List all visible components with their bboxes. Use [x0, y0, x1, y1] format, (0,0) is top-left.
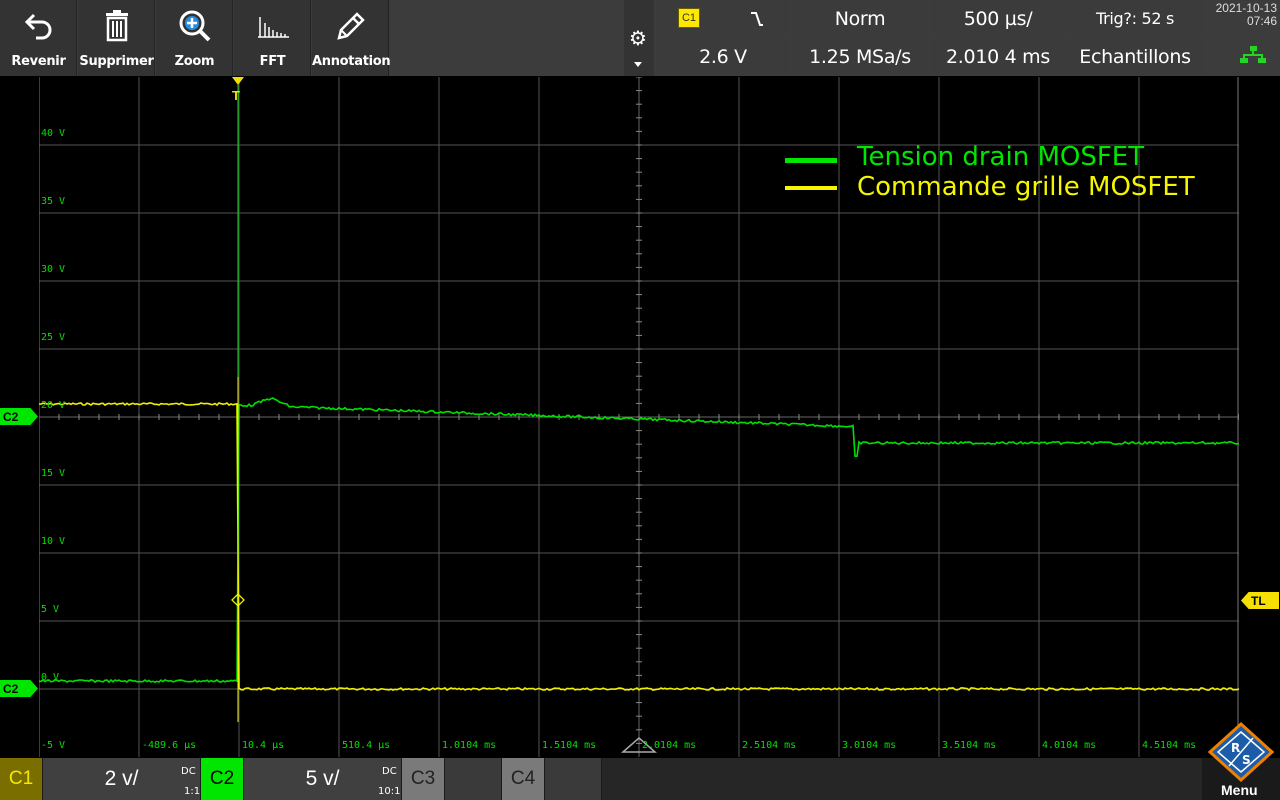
c2-offset-marker[interactable]: C2: [0, 408, 38, 425]
x-label-6: 2.5104 ms: [742, 740, 797, 751]
fft-button[interactable]: FFT: [234, 0, 311, 76]
channel-bar-empty: [602, 758, 1202, 800]
x-label-8: 3.5104 ms: [942, 740, 997, 751]
channel-bar: C1 2 v/ DC 1:1 C2 5 v/ DC 10:1 C3 C4: [0, 758, 1280, 800]
x-label-5: 2.0104 ms: [642, 740, 697, 751]
channel-c1-coupling: DC: [181, 766, 196, 777]
channel-c4-placeholder[interactable]: [545, 758, 601, 800]
supprimer-label: Supprimer: [79, 54, 154, 69]
legend-label-drain: Tension drain MOSFET: [857, 142, 1145, 172]
channel-c2-ratio: 10:1: [378, 786, 401, 797]
annotation-button[interactable]: Annotation: [312, 0, 391, 76]
y-label-5: 5 V: [41, 604, 60, 615]
channel-c2-tab[interactable]: C2: [201, 758, 243, 800]
channel-c2-scale-text: 5 v/: [305, 767, 340, 790]
acquisition-mode[interactable]: Echantillons: [1068, 38, 1202, 75]
gear-icon: ⚙: [629, 28, 647, 50]
annotation-label: Annotation: [312, 54, 391, 69]
time-text: 07:46: [1246, 14, 1277, 28]
y-label-35: 35 V: [41, 196, 66, 207]
trash-icon: [78, 6, 155, 46]
y-label-10: 10 V: [41, 536, 66, 547]
channel-c1-scale[interactable]: 2 v/: [43, 758, 200, 800]
datetime: 2021-10-13 07:46: [1205, 2, 1277, 28]
y-label-minus5: -5 V: [41, 740, 66, 751]
timebase[interactable]: 500 µs/: [930, 0, 1066, 37]
revenir-label: Revenir: [11, 54, 66, 69]
fft-icon: [234, 6, 311, 46]
revenir-button[interactable]: Revenir: [0, 0, 77, 76]
network-icon: [1240, 46, 1266, 69]
trigger-slope-icon: [724, 0, 790, 37]
toolbar: Revenir Supprimer Zoom FFT Annotation ⚙ …: [0, 0, 1280, 76]
fft-label: FFT: [259, 54, 286, 69]
channel-c4-tab[interactable]: C4: [502, 758, 544, 800]
trigger-level-marker[interactable]: TL: [1241, 592, 1279, 609]
trigger-source-badge: C1: [678, 8, 700, 28]
sample-rate: 1.25 MSa/s: [792, 38, 928, 75]
channel-c2-coupling: DC: [382, 766, 397, 777]
legend-label-gate: Commande grille MOSFET: [857, 172, 1195, 202]
legend-swatch-drain: [785, 158, 837, 163]
zoom-button[interactable]: Zoom: [156, 0, 233, 76]
settings-button[interactable]: ⚙: [624, 0, 654, 76]
svg-text:S: S: [1242, 753, 1251, 767]
x-label-2: 510.4 µs: [342, 740, 391, 751]
x-label-3: 1.0104 ms: [442, 740, 497, 751]
y-label-15: 15 V: [41, 468, 66, 479]
svg-text:R: R: [1231, 741, 1240, 755]
y-label-30: 30 V: [41, 264, 66, 275]
rs-logo-icon: R S: [1207, 721, 1275, 783]
legend-swatch-gate: [785, 186, 837, 190]
zoom-in-icon: [156, 6, 233, 46]
y-label-20: 20 V: [41, 400, 66, 411]
dropdown-arrow-icon: [634, 62, 642, 67]
trigger-position-icon: [232, 77, 244, 85]
trigger-level[interactable]: 2.6 V: [656, 38, 790, 75]
x-label-0: -489.6 µs: [142, 740, 197, 751]
x-label-10: 4.5104 ms: [1142, 740, 1197, 751]
y-label-25: 25 V: [41, 332, 66, 343]
trigger-mode[interactable]: Norm: [792, 0, 928, 37]
acquisition-time: 2.010 4 ms: [930, 38, 1066, 75]
channel-c3-placeholder[interactable]: [445, 758, 501, 800]
trigger-marker: T: [232, 88, 240, 103]
trigger-status: Trig?: 52 s: [1068, 0, 1202, 37]
menu-label: Menu: [1221, 782, 1258, 798]
x-label-9: 4.0104 ms: [1042, 740, 1097, 751]
supprimer-button[interactable]: Supprimer: [78, 0, 155, 76]
channel-c1-scale-text: 2 v/: [104, 767, 139, 790]
channel-c3-tab[interactable]: C3: [402, 758, 444, 800]
y-label-40: 40 V: [41, 128, 66, 139]
channel-c1-ratio: 1:1: [184, 786, 201, 797]
c2-ground-marker[interactable]: C2: [0, 680, 38, 697]
undo-icon: [0, 6, 77, 46]
x-label-7: 3.0104 ms: [842, 740, 897, 751]
x-label-1: 10.4 µs: [242, 740, 285, 751]
channel-c1-tab[interactable]: C1: [0, 758, 42, 800]
pencil-icon: [312, 6, 389, 46]
y-label-0: 0 V: [41, 672, 60, 683]
zoom-label: Zoom: [174, 54, 215, 69]
x-label-4: 1.5104 ms: [542, 740, 597, 751]
